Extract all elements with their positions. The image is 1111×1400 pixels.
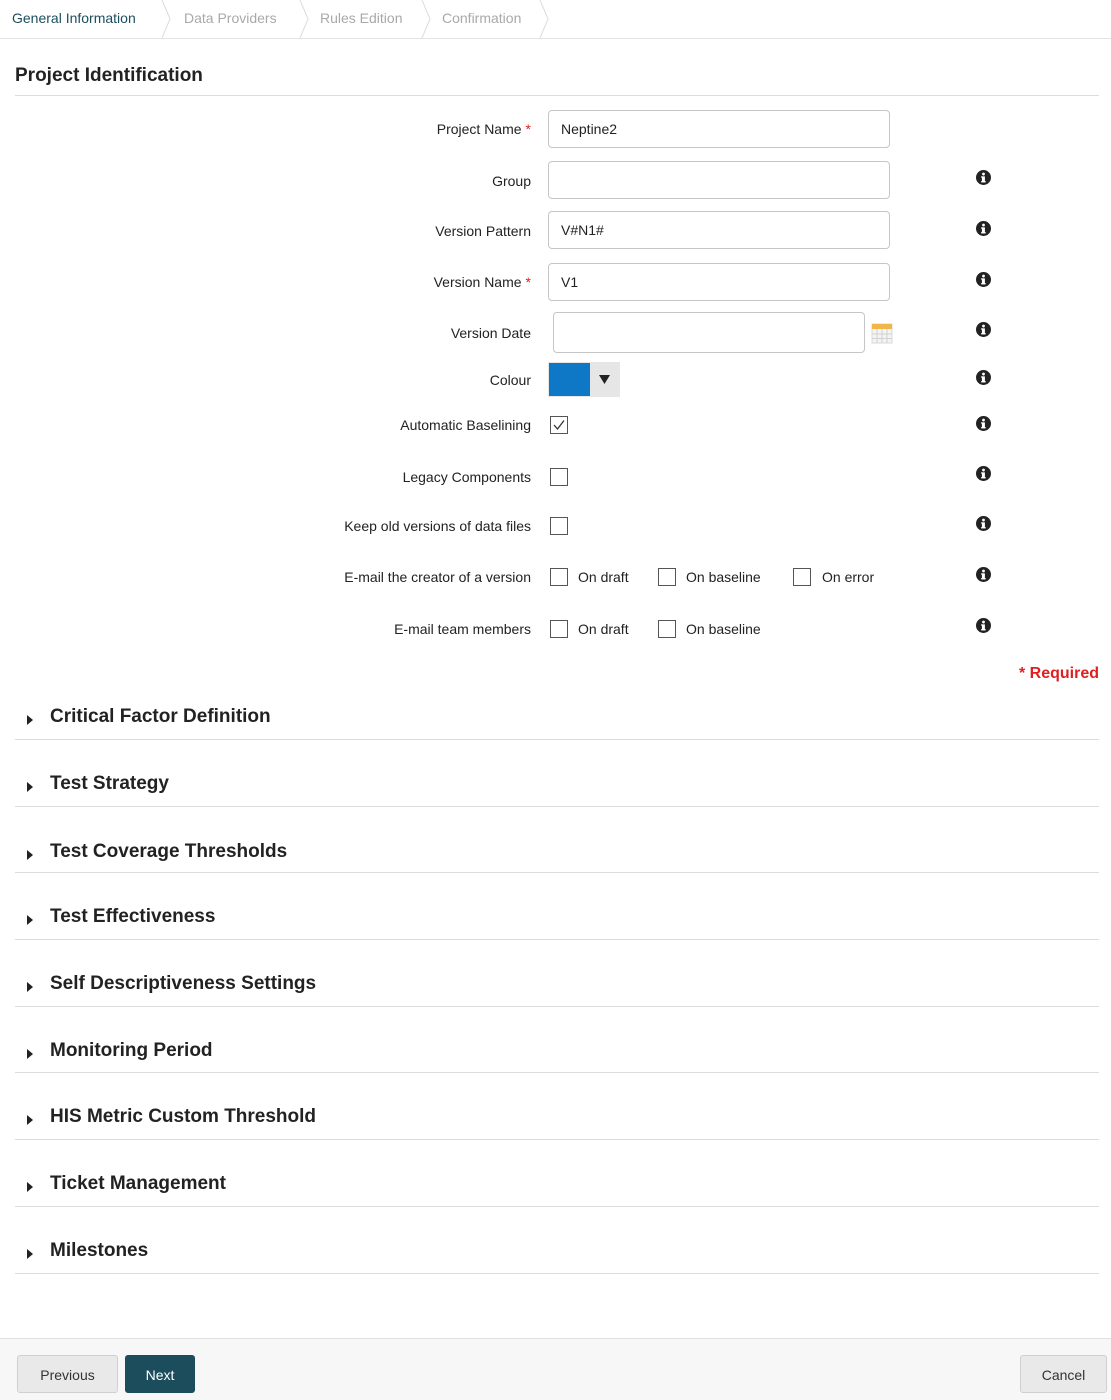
info-icon[interactable] (976, 272, 991, 287)
email-creator-on-draft-checkbox[interactable] (550, 568, 568, 586)
caret-right-icon (27, 1049, 33, 1059)
legacy-components-label: Legacy Components (402, 469, 531, 485)
step-separator-icon (421, 0, 431, 38)
wizard-steps: General Information Data Providers Rules… (0, 0, 1111, 39)
automatic-baselining-label: Automatic Baselining (400, 417, 531, 433)
check-icon (553, 420, 565, 431)
email-team-on-baseline-checkbox[interactable] (658, 620, 676, 638)
wizard-step-data-providers[interactable]: Data Providers (184, 0, 277, 37)
caret-right-icon (27, 982, 33, 992)
info-icon[interactable] (976, 416, 991, 431)
caret-down-icon (599, 375, 610, 384)
version-name-input[interactable] (548, 263, 890, 301)
required-note: * Required (1018, 665, 1099, 682)
email-creator-label: E-mail the creator of a version (344, 569, 531, 585)
calendar-icon[interactable] (871, 322, 893, 344)
caret-right-icon (27, 915, 33, 925)
section-test-effectiveness[interactable]: Test Effectiveness (15, 906, 1099, 940)
info-icon[interactable] (976, 370, 991, 385)
group-input[interactable] (548, 161, 890, 199)
next-button[interactable]: Next (125, 1355, 195, 1393)
wizard-step-confirmation[interactable]: Confirmation (442, 0, 521, 37)
section-critical-factor-definition[interactable]: Critical Factor Definition (15, 706, 1099, 740)
wizard-footer: Previous Next Cancel (0, 1338, 1111, 1400)
info-icon[interactable] (976, 221, 991, 236)
info-icon[interactable] (976, 170, 991, 185)
email-team-on-baseline-label: On baseline (686, 621, 761, 637)
email-creator-on-error-label: On error (822, 569, 875, 585)
version-pattern-input[interactable] (548, 211, 890, 249)
email-team-on-draft-checkbox[interactable] (550, 620, 568, 638)
cancel-button[interactable]: Cancel (1020, 1355, 1107, 1393)
email-creator-on-baseline-label: On baseline (686, 569, 761, 585)
info-icon[interactable] (976, 618, 991, 633)
project-identification-heading: Project Identification (15, 63, 1099, 96)
colour-label: Colour (489, 372, 531, 388)
section-milestones[interactable]: Milestones (15, 1240, 1099, 1274)
legacy-components-checkbox[interactable] (550, 468, 568, 486)
section-test-strategy[interactable]: Test Strategy (15, 773, 1099, 807)
section-his-metric-custom-threshold[interactable]: HIS Metric Custom Threshold (15, 1106, 1099, 1140)
project-name-input[interactable] (548, 110, 890, 148)
info-icon[interactable] (976, 466, 991, 481)
section-test-coverage-thresholds[interactable]: Test Coverage Thresholds (15, 841, 1099, 873)
version-name-label: Version Name * (433, 274, 531, 290)
email-creator-on-error-checkbox[interactable] (793, 568, 811, 586)
colour-picker[interactable] (548, 362, 620, 397)
caret-right-icon (27, 1182, 33, 1192)
email-creator-on-draft-label: On draft (578, 569, 629, 585)
info-icon[interactable] (976, 516, 991, 531)
wizard-step-rules-edition[interactable]: Rules Edition (320, 0, 403, 37)
email-creator-on-baseline-checkbox[interactable] (658, 568, 676, 586)
section-self-descriptiveness-settings[interactable]: Self Descriptiveness Settings (15, 973, 1099, 1007)
step-separator-icon (539, 0, 549, 38)
email-team-on-draft-label: On draft (578, 621, 629, 637)
caret-right-icon (27, 850, 33, 860)
project-name-label: Project Name * (436, 121, 531, 137)
previous-button[interactable]: Previous (17, 1355, 118, 1393)
step-separator-icon (299, 0, 309, 38)
version-date-input[interactable] (553, 312, 865, 353)
email-team-label: E-mail team members (394, 621, 531, 637)
caret-right-icon (27, 715, 33, 725)
group-label: Group (492, 173, 531, 189)
version-date-label: Version Date (450, 325, 531, 341)
colour-swatch (549, 363, 590, 396)
caret-right-icon (27, 1249, 33, 1259)
caret-right-icon (27, 1115, 33, 1125)
keep-old-versions-checkbox[interactable] (550, 517, 568, 535)
section-ticket-management[interactable]: Ticket Management (15, 1173, 1099, 1207)
keep-old-versions-label: Keep old versions of data files (344, 518, 531, 534)
caret-right-icon (27, 782, 33, 792)
automatic-baselining-checkbox[interactable] (550, 416, 568, 434)
info-icon[interactable] (976, 567, 991, 582)
section-monitoring-period[interactable]: Monitoring Period (15, 1040, 1099, 1073)
wizard-step-general-information[interactable]: General Information (12, 0, 136, 37)
info-icon[interactable] (976, 322, 991, 337)
step-separator-icon (161, 0, 171, 38)
version-pattern-label: Version Pattern (435, 223, 531, 239)
